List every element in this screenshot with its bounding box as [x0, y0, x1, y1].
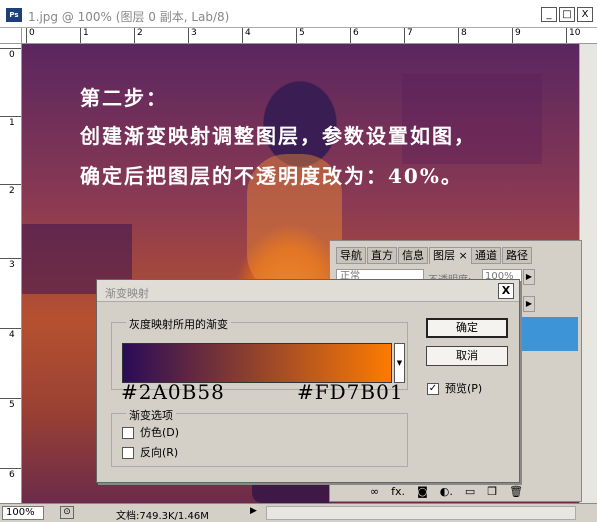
ruler-tick: 6 — [350, 28, 359, 43]
ruler-tick: 1 — [0, 116, 21, 129]
tab-navigator[interactable]: 导航 — [336, 247, 366, 264]
panel-tabs: 导航 直方 信息 图层 × 通道 路径 — [330, 247, 570, 264]
mask-icon[interactable]: ◙ — [417, 485, 428, 498]
vertical-ruler[interactable]: 0 1 2 3 4 5 6 — [0, 44, 22, 503]
ruler-tick: 5 — [0, 398, 21, 411]
cancel-button[interactable]: 取消 — [426, 346, 508, 366]
tab-layers[interactable]: 图层 × — [429, 247, 472, 264]
tab-histogram[interactable]: 直方 — [367, 247, 397, 264]
ruler-tick: 6 — [0, 468, 21, 481]
tab-paths[interactable]: 路径 — [502, 247, 532, 264]
ruler-tick: 10 — [566, 28, 580, 43]
opacity-arrow-icon[interactable]: ▶ — [523, 269, 535, 285]
new-layer-icon[interactable]: ❐ — [487, 485, 497, 498]
ruler-tick: 3 — [0, 258, 21, 271]
ruler-tick: 4 — [242, 28, 251, 43]
step-instruction-line: 确定后把图层的不透明度改为：40%。 — [80, 164, 463, 188]
fx-icon[interactable]: fx. — [391, 485, 405, 498]
zoom-input[interactable]: 100% — [2, 506, 44, 520]
fill-arrow-icon[interactable]: ▶ — [523, 296, 535, 312]
dialog-close-button[interactable]: X — [498, 283, 514, 299]
dialog-title: 渐变映射 — [105, 287, 149, 300]
ruler-tick: 5 — [296, 28, 305, 43]
horizontal-scrollbar[interactable] — [266, 506, 576, 520]
dialog-title-bar: 渐变映射 X — [97, 280, 519, 302]
gradient-dropdown-icon[interactable]: ▼ — [394, 343, 405, 383]
reverse-option[interactable]: 反向(R) — [122, 446, 178, 460]
ruler-tick: 8 — [458, 28, 467, 43]
ruler-tick: 1 — [80, 28, 89, 43]
ruler-tick: 7 — [404, 28, 413, 43]
gradient-options-group: 渐变选项 仿色(D) 反向(R) — [111, 407, 408, 467]
gradient-map-dialog: 渐变映射 X 灰度映射所用的渐变 ▼ #2A0B58 #FD7B01 渐变选项 … — [96, 279, 520, 483]
minimize-button[interactable]: _ — [541, 7, 557, 22]
ruler-tick: 0 — [0, 48, 21, 61]
dither-label: 仿色(D) — [140, 426, 180, 439]
preview-option[interactable]: ✓ 预览(P) — [427, 380, 482, 396]
preview-checkbox[interactable]: ✓ — [427, 383, 439, 395]
horizontal-ruler[interactable]: 0 1 2 3 4 5 6 7 8 9 10 — [22, 28, 597, 44]
folder-icon[interactable]: ▭ — [465, 485, 475, 498]
ruler-tick: 0 — [26, 28, 35, 43]
tab-close-icon[interactable]: × — [459, 249, 468, 262]
step-heading: 第二步： — [80, 86, 168, 110]
status-arrow-icon[interactable]: ▶ — [250, 506, 262, 519]
gradient-start-color-label: #2A0B58 — [121, 380, 225, 404]
tab-label: 图层 — [433, 249, 455, 262]
ruler-tick: 3 — [188, 28, 197, 43]
ruler-tick: 2 — [134, 28, 143, 43]
photoshop-icon: Ps — [6, 8, 22, 22]
gradient-end-color-label: #FD7B01 — [297, 380, 404, 404]
reverse-label: 反向(R) — [140, 446, 179, 459]
dither-option[interactable]: 仿色(D) — [122, 426, 179, 440]
tab-channels[interactable]: 通道 — [471, 247, 501, 264]
dither-checkbox[interactable] — [122, 427, 134, 439]
document-size: 文档:749.3K/1.46M — [116, 511, 209, 522]
link-icon[interactable]: ∞ — [370, 485, 379, 498]
reverse-checkbox[interactable] — [122, 447, 134, 459]
background-shape — [402, 74, 542, 164]
gradient-options-label: 渐变选项 — [126, 407, 176, 423]
step-instruction-line: 创建渐变映射调整图层，参数设置如图， — [80, 124, 476, 148]
preview-label: 预览(P) — [445, 382, 483, 395]
selected-layer-row[interactable] — [516, 317, 578, 351]
gradient-preview[interactable] — [122, 343, 392, 383]
adjustment-icon[interactable]: ◐. — [440, 485, 453, 498]
tab-info[interactable]: 信息 — [398, 247, 428, 264]
maximize-button[interactable]: □ — [559, 7, 575, 22]
status-bar: 100% ⊙ 文档:749.3K/1.46M ▶ — [0, 503, 597, 522]
ruler-tick: 9 — [512, 28, 521, 43]
ruler-tick: 2 — [0, 184, 21, 197]
ruler-tick: 4 — [0, 328, 21, 341]
window-title: 1.jpg @ 100% (图层 0 副本, Lab/8) — [28, 10, 230, 24]
gradient-group-label: 灰度映射所用的渐变 — [126, 316, 231, 332]
ruler-corner[interactable] — [0, 28, 22, 44]
trash-icon[interactable]: 🗑 — [509, 485, 523, 498]
ok-button[interactable]: 确定 — [426, 318, 508, 338]
close-button[interactable]: X — [577, 7, 593, 22]
panel-bottom-toolbar: ∞ fx. ◙ ◐. ▭ ❐ 🗑 — [370, 485, 535, 499]
status-menu-icon[interactable]: ⊙ — [60, 506, 74, 519]
window-title-bar: Ps 1.jpg @ 100% (图层 0 副本, Lab/8) _ □ X — [0, 0, 597, 28]
